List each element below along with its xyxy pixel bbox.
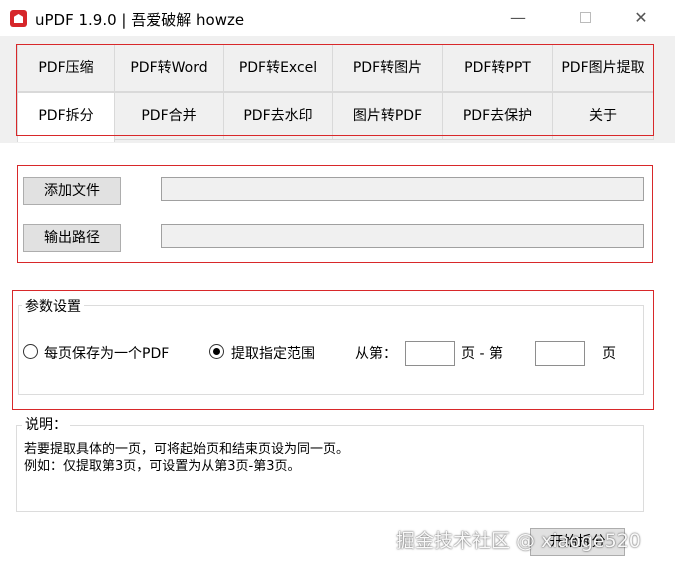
- tab-pdf-to-excel[interactable]: PDF转Excel: [223, 44, 333, 92]
- window-title: uPDF 1.9.0 | 吾爱破解 howze: [35, 11, 245, 29]
- tab-pdf-merge[interactable]: PDF合并: [114, 92, 224, 140]
- title-bar: uPDF 1.9.0 | 吾爱破解 howze — ✕: [0, 0, 675, 36]
- tab-pdf-compress[interactable]: PDF压缩: [17, 44, 115, 92]
- each-page-label[interactable]: 每页保存为一个PDF: [44, 343, 169, 363]
- to-page-input[interactable]: [535, 341, 585, 366]
- maximize-icon: [579, 12, 591, 23]
- tab-pdf-to-ppt[interactable]: PDF转PPT: [442, 44, 553, 92]
- tab-pdf-to-image[interactable]: PDF转图片: [332, 44, 443, 92]
- output-path-button[interactable]: 输出路径: [23, 224, 121, 252]
- app-logo-icon: [10, 10, 27, 27]
- maximize-button[interactable]: [562, 0, 608, 36]
- range-radio[interactable]: [209, 344, 224, 359]
- file-path-field[interactable]: [161, 177, 644, 201]
- from-page-label: 从第：: [355, 346, 397, 362]
- tab-row-1: PDF压缩 PDF转Word PDF转Excel PDF转图片 PDF转PPT …: [0, 44, 675, 96]
- page-suffix-label: 页: [602, 346, 616, 362]
- tab-pdf-split[interactable]: PDF拆分: [17, 92, 115, 142]
- watermark-text: 掘金技术社区 @ xiaoge520: [396, 530, 641, 552]
- tab-row-2: PDF拆分 PDF合并 PDF去水印 图片转PDF PDF去保护 关于: [0, 92, 675, 144]
- tab-image-to-pdf[interactable]: 图片转PDF: [332, 92, 443, 140]
- tab-pdf-to-word[interactable]: PDF转Word: [114, 44, 224, 92]
- to-page-label: 页 - 第: [461, 346, 503, 362]
- close-button[interactable]: ✕: [618, 0, 664, 36]
- params-group-title: 参数设置: [22, 296, 84, 316]
- minimize-button[interactable]: —: [495, 0, 541, 36]
- from-page-input[interactable]: [405, 341, 455, 366]
- each-page-radio[interactable]: [23, 344, 38, 359]
- tab-about[interactable]: 关于: [552, 92, 654, 140]
- description-line-2: 例如：仅提取第3页，可设置为从第3页-第3页。: [24, 459, 301, 474]
- tab-pdf-remove-watermark[interactable]: PDF去水印: [223, 92, 333, 140]
- add-file-button[interactable]: 添加文件: [23, 177, 121, 205]
- description-title: 说明：: [22, 414, 70, 434]
- output-path-field[interactable]: [161, 224, 644, 248]
- range-label[interactable]: 提取指定范围: [231, 343, 315, 363]
- tab-pdf-remove-protection[interactable]: PDF去保护: [442, 92, 553, 140]
- tab-pdf-image-extract[interactable]: PDF图片提取: [552, 44, 654, 92]
